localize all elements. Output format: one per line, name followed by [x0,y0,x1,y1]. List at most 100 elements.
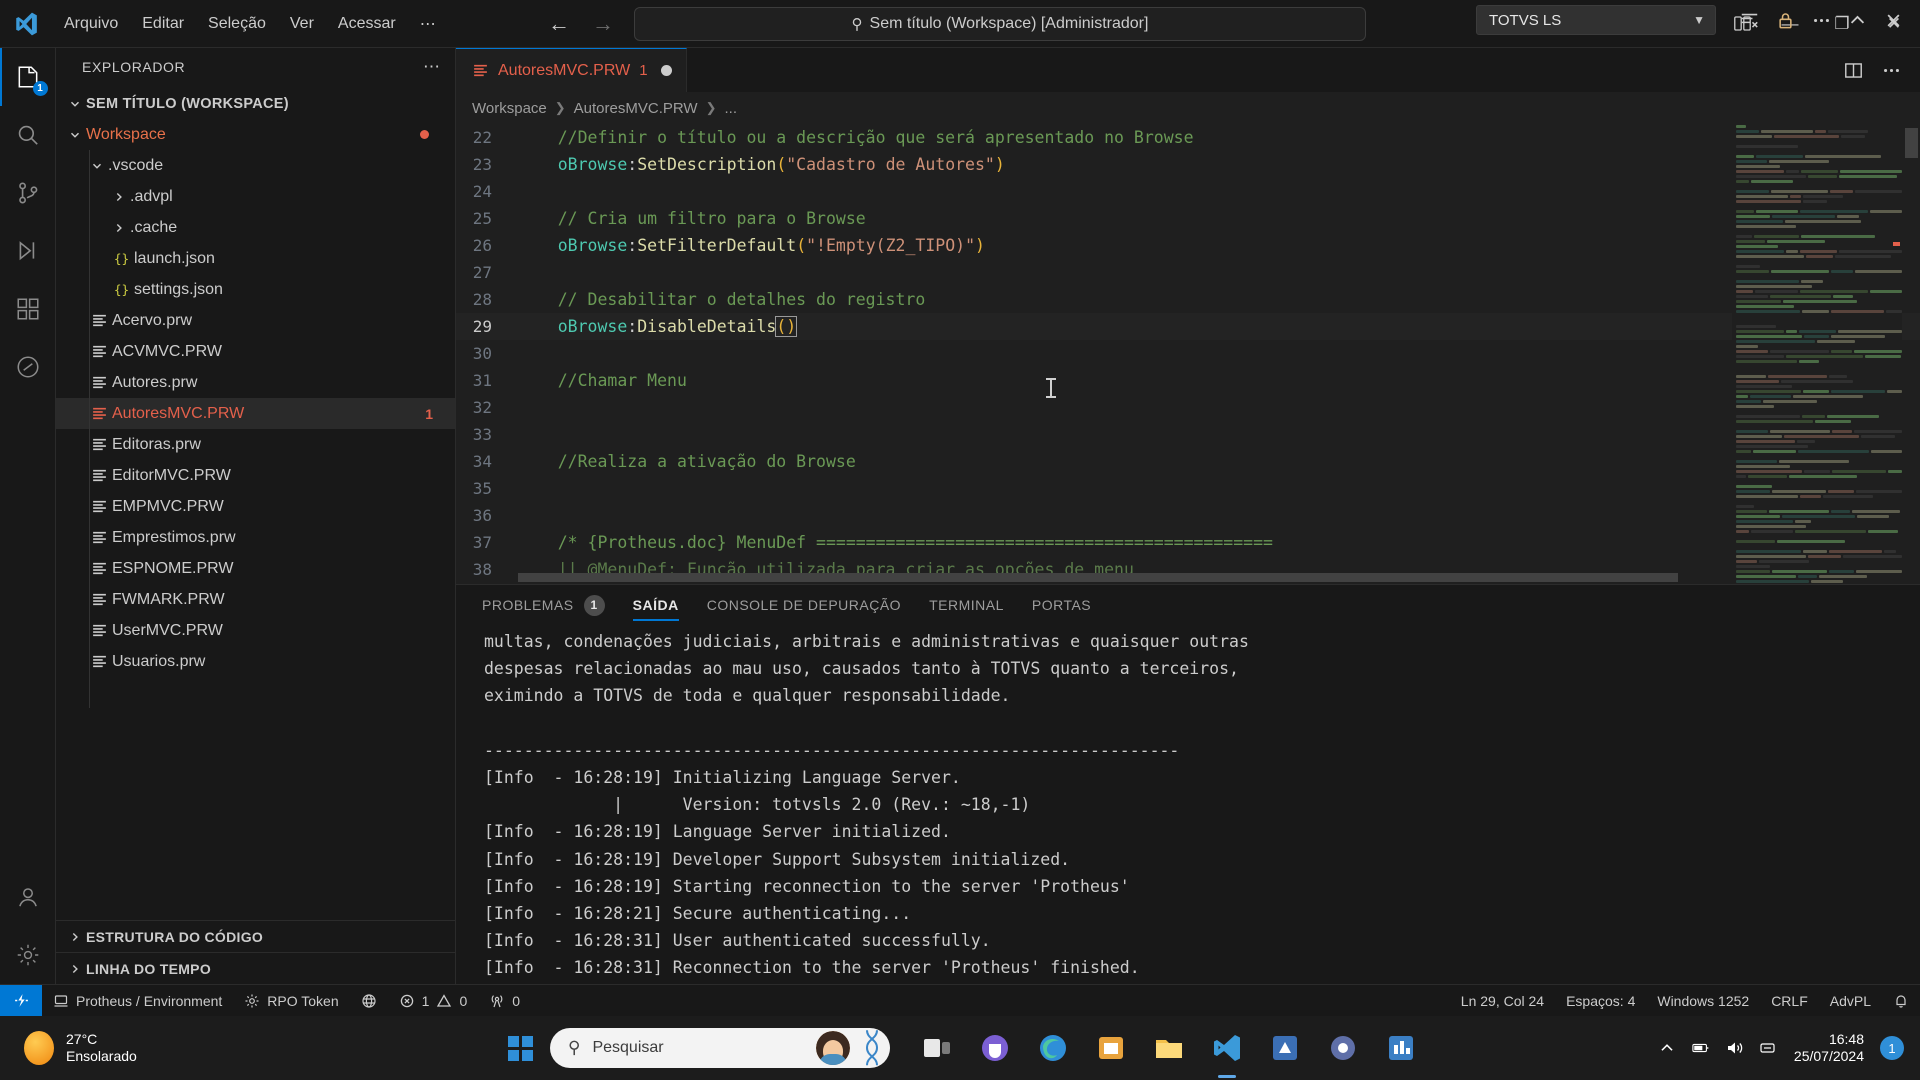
start-button-icon[interactable] [498,1026,542,1070]
chevron-up-icon[interactable] [1658,1039,1676,1057]
tab-autoresmvc[interactable]: AutoresMVC.PRW 1 [456,48,687,92]
status-problems[interactable]: 1 0 [388,985,479,1017]
breadcrumb-symbol[interactable]: ... [725,100,738,117]
panel-tabs[interactable]: PROBLEMAS 1 SAÍDA CONSOLE DE DEPURAÇÃO TERMI… [456,585,1920,625]
code-line-34[interactable]: 34 //Realiza a ativação do Browse [456,448,1920,475]
scrollbar-thumb-h[interactable] [518,573,1678,582]
tree-item-espnome-prw[interactable]: ESPNOME.PRW [56,553,455,584]
code-line-33[interactable]: 33 [456,421,1920,448]
breadcrumb-workspace[interactable]: Workspace [472,100,547,117]
back-arrow-icon[interactable]: ← [548,12,570,35]
code-line-27[interactable]: 27 [456,259,1920,286]
edge-icon[interactable] [1032,1027,1074,1069]
status-rpo-token[interactable]: RPO Token [233,985,349,1017]
activity-accounts-icon[interactable] [0,868,56,926]
menu-acessar[interactable]: Acessar [326,11,408,37]
tree-item-workspace[interactable]: Workspace [56,119,455,150]
maximize-panel-icon[interactable] [1840,3,1874,37]
battery-icon[interactable] [1692,1039,1710,1057]
code-line-22[interactable]: 22 //Definir o título ou a descrição que… [456,124,1920,151]
activity-run-debug-icon[interactable] [0,222,56,280]
notification-badge[interactable]: 1 [1880,1036,1904,1060]
quick-search-bar[interactable]: ⚲ Sem título (Workspace) [Administrador] [634,6,1366,41]
tree-item-settings-json[interactable]: {} settings.json [56,274,455,305]
code-line-32[interactable]: 32 [456,394,1920,421]
tree-item-autoresmvc-prw[interactable]: AutoresMVC.PRW 1 [56,398,455,429]
menu-bar[interactable]: Arquivo Editar Seleção Ver Acessar ⋯ [52,10,448,38]
output-channel-select[interactable]: TOTVS LS ▼ [1476,5,1716,35]
code-line-30[interactable]: 30 [456,340,1920,367]
store-icon[interactable] [1090,1027,1132,1069]
minimap[interactable] [1732,124,1902,584]
output-content[interactable]: multas, condenações judiciais, arbitrais… [456,625,1920,984]
tree-item--advpl[interactable]: .advpl [56,181,455,212]
code-line-26[interactable]: 26 oBrowse:SetFilterDefault("!Empty(Z2_T… [456,232,1920,259]
menu-selecao[interactable]: Seleção [196,11,278,37]
code-line-29[interactable]: 29 oBrowse:DisableDetails() [456,313,1920,340]
panel-tab-sa-da[interactable]: SAÍDA [619,585,693,625]
editor-vertical-scrollbar[interactable] [1902,124,1920,584]
status-protheus-environment[interactable]: Protheus / Environment [42,985,233,1017]
clear-output-icon[interactable] [1732,3,1766,37]
breadcrumb[interactable]: Workspace ❯ AutoresMVC.PRW ❯ ... [456,92,1920,124]
activity-explorer-icon[interactable]: 1 [0,48,56,106]
file-tree[interactable]: SEM TÍTULO (WORKSPACE) Workspace .vscode.… [56,86,455,920]
taskbar-search[interactable]: ⚲ Pesquisar [550,1028,890,1068]
code-line-35[interactable]: 35 [456,475,1920,502]
tree-rows[interactable]: Workspace .vscode .advpl .cache {} launch.jso… [56,119,455,708]
panel-more-icon[interactable] [1804,3,1838,37]
taskbar-weather-widget[interactable]: 27°C Ensolarado [0,1031,137,1065]
menu-editar[interactable]: Editar [130,11,196,37]
code-line-31[interactable]: 31 //Chamar Menu [456,367,1920,394]
activity-search-icon[interactable] [0,106,56,164]
app-chart-icon[interactable] [1380,1027,1422,1069]
code-line-24[interactable]: 24 [456,178,1920,205]
status-globe[interactable] [350,985,388,1017]
status-notifications[interactable] [1882,985,1920,1017]
activity-extensions-icon[interactable] [0,280,56,338]
tree-item-acervo-prw[interactable]: Acervo.prw [56,305,455,336]
activity-settings-icon[interactable] [0,926,56,984]
menu-arquivo[interactable]: Arquivo [52,11,130,37]
tab-dirty-indicator[interactable] [660,65,672,76]
task-view-icon[interactable] [916,1027,958,1069]
network-icon[interactable] [1760,1039,1778,1057]
remote-indicator[interactable] [0,984,42,1017]
scrollbar-thumb[interactable] [1905,128,1918,158]
status-encoding[interactable]: Windows 1252 [1646,985,1760,1017]
code-line-36[interactable]: 36 [456,502,1920,529]
code-editor[interactable]: 22 //Definir o título ou a descrição que… [456,124,1920,584]
tree-item-acvmvc-prw[interactable]: ACVMVC.PRW [56,336,455,367]
teams-icon[interactable] [974,1027,1016,1069]
editor-horizontal-scrollbar[interactable] [456,572,1730,584]
status-cursor-position[interactable]: Ln 29, Col 24 [1450,985,1555,1017]
app-settings-icon[interactable] [1322,1027,1364,1069]
lock-icon[interactable] [1768,3,1802,37]
tree-item-launch-json[interactable]: {} launch.json [56,243,455,274]
sidebar-section-estrutura[interactable]: ESTRUTURA DO CÓDIGO [56,920,455,952]
split-editor-icon[interactable] [1836,53,1870,87]
activity-totvs-icon[interactable] [0,338,56,396]
code-line-37[interactable]: 37 /* {Protheus.doc} MenuDef ===========… [456,529,1920,556]
taskbar-clock[interactable]: 16:48 25/07/2024 [1794,1031,1864,1065]
code-line-25[interactable]: 25 // Cria um filtro para o Browse [456,205,1920,232]
tree-item-fwmark-prw[interactable]: FWMARK.PRW [56,584,455,615]
panel-tab-problemas[interactable]: PROBLEMAS 1 [468,585,619,625]
code-line-28[interactable]: 28 // Desabilitar o detalhes do registro [456,286,1920,313]
tree-item-empmvc-prw[interactable]: EMPMVC.PRW [56,491,455,522]
tree-item-editoras-prw[interactable]: Editoras.prw [56,429,455,460]
forward-arrow-icon[interactable]: → [592,12,614,35]
volume-icon[interactable] [1726,1039,1744,1057]
panel-tab-console-de-depura-o[interactable]: CONSOLE DE DEPURAÇÃO [693,585,915,625]
breadcrumb-file[interactable]: AutoresMVC.PRW [574,100,698,117]
close-panel-icon[interactable] [1876,3,1910,37]
vscode-icon[interactable] [1206,1027,1248,1069]
status-language-mode[interactable]: AdvPL [1819,985,1882,1017]
taskbar-apps[interactable] [916,1027,1422,1069]
taskbar-tray[interactable]: 16:48 25/07/2024 1 [1658,1031,1920,1065]
tree-item-editormvc-prw[interactable]: EditorMVC.PRW [56,460,455,491]
panel-tab-portas[interactable]: PORTAS [1018,585,1105,625]
app-blue-icon[interactable] [1264,1027,1306,1069]
sidebar-more-icon[interactable]: ⋯ [423,57,441,77]
code-lines[interactable]: 22 //Definir o título ou a descrição que… [456,124,1920,584]
